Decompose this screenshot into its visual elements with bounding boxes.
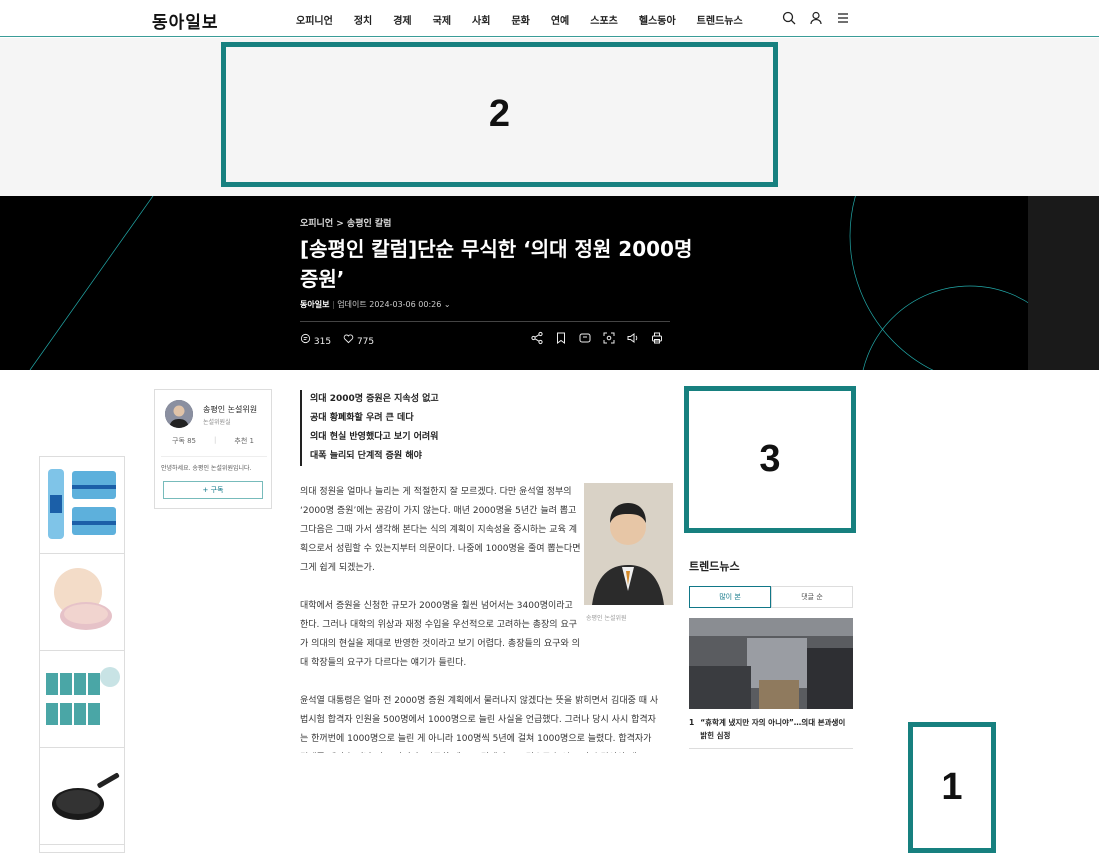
nav-item-politics[interactable]: 정치 bbox=[354, 12, 372, 27]
body-paragraph: 대학에서 증원을 신청한 규모가 2000명을 훨씬 넘어서는 3400명이라고… bbox=[300, 601, 580, 668]
nav-item-health[interactable]: 헬스동아 bbox=[639, 12, 676, 27]
author-card: 송평인 논설위원 논설위원실 구독 85 | 추천 1 안녕하세요. 송평인 논… bbox=[154, 389, 272, 509]
share-icon[interactable] bbox=[530, 331, 544, 345]
author-photo[interactable] bbox=[584, 483, 673, 605]
nav-item-society[interactable]: 사회 bbox=[472, 12, 490, 27]
trend-title: “휴학계 냈지만 자의 아니야”…의대 본과생이 밝힌 심정 bbox=[700, 718, 846, 740]
like-count: 775 bbox=[356, 337, 375, 347]
trend-divider bbox=[689, 748, 853, 749]
print-icon[interactable] bbox=[650, 331, 664, 345]
summary-line: 의대 현실 반영했다고 보기 어려워 bbox=[310, 432, 439, 442]
article-source: 동아일보 bbox=[300, 300, 330, 309]
product-ad-column[interactable] bbox=[39, 456, 125, 853]
heart-icon bbox=[343, 334, 354, 344]
like-count-button[interactable]: 775 bbox=[343, 333, 374, 347]
top-navigation: 동아일보 오피니언 정치 경제 국제 사회 문화 연예 스포츠 헬스동아 트렌드… bbox=[0, 0, 1099, 37]
author-subscribers: 구독 85 bbox=[172, 437, 197, 445]
annotation-box-3: 3 bbox=[684, 386, 856, 533]
article-tools bbox=[530, 331, 664, 345]
main-nav: 오피니언 정치 경제 국제 사회 문화 연예 스포츠 헬스동아 트렌드뉴스 bbox=[296, 12, 764, 27]
hero-divider bbox=[300, 321, 670, 322]
author-avatar[interactable] bbox=[165, 400, 193, 428]
user-icon[interactable] bbox=[808, 10, 824, 26]
chevron-down-icon[interactable]: ⌄ bbox=[444, 300, 451, 309]
summary-line: 의대 2000명 증원은 지속성 없고 bbox=[310, 394, 439, 404]
capture-icon[interactable] bbox=[602, 331, 616, 345]
font-size-icon[interactable] bbox=[578, 331, 592, 345]
trend-item[interactable]: 1 “휴학계 냈지만 자의 아니야”…의대 본과생이 밝힌 심정 bbox=[689, 716, 853, 742]
body-paragraph: 윤석열 대통령은 얼마 전 2000명 증원 계획에서 물러나지 않겠다는 뜻을… bbox=[300, 696, 659, 744]
annotation-box-1: 1 bbox=[908, 722, 996, 853]
menu-icon[interactable] bbox=[835, 10, 851, 26]
product-ad-cushion[interactable] bbox=[40, 554, 124, 651]
site-logo[interactable]: 동아일보 bbox=[152, 8, 219, 33]
audio-icon[interactable] bbox=[626, 331, 640, 345]
body-paragraph: 의대 정원을 얼마나 늘리는 게 적절한지 잘 모르겠다. 다만 윤석열 정부의… bbox=[300, 487, 581, 573]
product-ad-box[interactable] bbox=[40, 651, 124, 748]
search-icon[interactable] bbox=[781, 10, 797, 26]
trend-thumbnail[interactable] bbox=[689, 618, 853, 709]
trend-news-heading: 트렌드뉴스 bbox=[689, 560, 740, 573]
article-stats: 315 775 bbox=[300, 333, 374, 347]
article-title: [송평인 칼럼]단순 무식한 ‘의대 정원 2000명 증원’ bbox=[300, 237, 693, 291]
subscribe-button[interactable]: + 구독 bbox=[163, 481, 263, 499]
trend-tabs: 많이 본 댓글 순 bbox=[689, 586, 853, 608]
author-role: 논설위원실 bbox=[203, 419, 231, 426]
product-ad-water[interactable] bbox=[40, 457, 124, 554]
article-updated[interactable]: 업데이트 2024-03-06 00:26 bbox=[337, 300, 441, 309]
tab-most-commented[interactable]: 댓글 순 bbox=[771, 586, 853, 608]
author-stats: 구독 85 | 추천 1 bbox=[163, 436, 263, 446]
comment-count-button[interactable]: 315 bbox=[300, 333, 331, 347]
tab-most-viewed[interactable]: 많이 본 bbox=[689, 586, 771, 608]
summary-line: 대폭 늘리되 단계적 증원 해야 bbox=[310, 451, 422, 461]
comment-icon bbox=[300, 333, 311, 344]
photo-caption: 송평인 논설위원 bbox=[586, 615, 627, 622]
nav-item-sports[interactable]: 스포츠 bbox=[590, 12, 618, 27]
comment-count: 315 bbox=[313, 337, 332, 347]
annotation-box-2: 2 bbox=[221, 42, 778, 187]
stats-divider: | bbox=[214, 436, 217, 444]
nav-item-trend[interactable]: 트렌드뉴스 bbox=[697, 12, 743, 27]
article-hero: 오피니언 > 송평인 칼럼 [송평인 칼럼]단순 무식한 ‘의대 정원 2000… bbox=[0, 196, 1099, 370]
author-recommends: 추천 1 bbox=[234, 437, 254, 445]
author-name[interactable]: 송평인 논설위원 bbox=[203, 404, 257, 415]
article-meta: 동아일보 | 업데이트 2024-03-06 00:26 ⌄ bbox=[300, 300, 451, 309]
trend-rank: 1 bbox=[689, 718, 695, 727]
product-ad-pan[interactable] bbox=[40, 748, 124, 845]
author-greeting: 안녕하세요. 송평인 논설위원입니다. bbox=[161, 456, 267, 472]
article-summary: 의대 2000명 증원은 지속성 없고 공대 황폐화할 우려 큰 데다 의대 현… bbox=[300, 390, 439, 466]
breadcrumb[interactable]: 오피니언 > 송평인 칼럼 bbox=[300, 216, 391, 229]
nav-item-entertainment[interactable]: 연예 bbox=[551, 12, 569, 27]
nav-item-international[interactable]: 국제 bbox=[433, 12, 451, 27]
nav-item-culture[interactable]: 문화 bbox=[511, 12, 529, 27]
right-edge-panel bbox=[1028, 196, 1099, 370]
nav-item-opinion[interactable]: 오피니언 bbox=[296, 12, 333, 27]
nav-item-economy[interactable]: 경제 bbox=[393, 12, 411, 27]
bookmark-icon[interactable] bbox=[554, 331, 568, 345]
summary-line: 공대 황폐화할 우려 큰 데다 bbox=[310, 413, 414, 423]
